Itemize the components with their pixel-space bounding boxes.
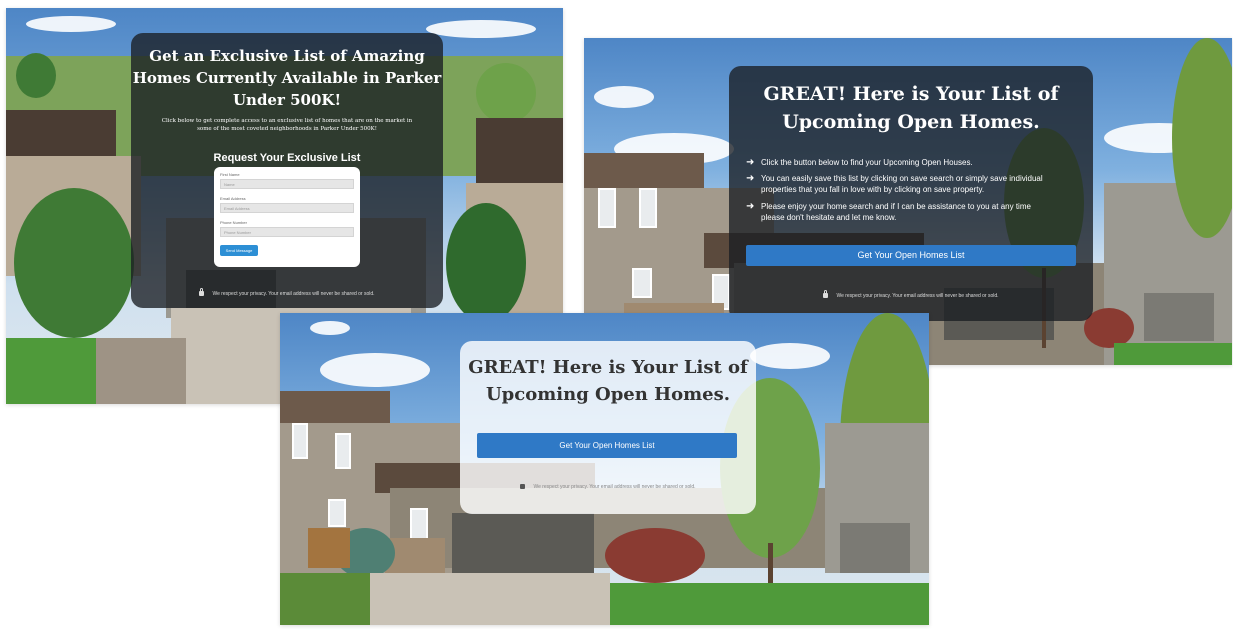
privacy-note: We respect your privacy. Your email addr… <box>729 290 1093 299</box>
headline-line: Upcoming Open Homes. <box>782 111 1040 133</box>
window <box>335 433 351 469</box>
lock-icon <box>199 288 205 297</box>
confirmation-card: GREAT! Here is Your List of Upcoming Ope… <box>460 341 756 514</box>
email-field[interactable]: Email Address <box>220 203 354 213</box>
confirmation-card: GREAT! Here is Your List of Upcoming Ope… <box>729 66 1093 321</box>
bullet-line: Please enjoy your home search and if I c… <box>761 202 1031 211</box>
bullet-line: Click the button below to find your Upco… <box>761 158 973 167</box>
request-form: First Name Name Email Address Email Addr… <box>214 167 360 267</box>
cloud <box>750 343 830 369</box>
bullet-line: please don't hesitate and let me know. <box>761 213 897 222</box>
window <box>292 423 308 459</box>
page-headline: GREAT! Here is Your List of Upcoming Ope… <box>729 80 1093 136</box>
garden-bed <box>96 338 186 404</box>
roof <box>476 118 563 188</box>
cloud <box>594 86 654 108</box>
lawn <box>1114 343 1232 365</box>
send-message-button[interactable]: Send Message <box>220 245 258 256</box>
arrow-right-icon: ➜ <box>746 157 755 168</box>
lock-icon <box>823 290 829 299</box>
arrow-right-icon: ➜ <box>746 201 755 212</box>
shrub <box>605 528 705 583</box>
cloud <box>320 353 430 387</box>
bullet-line: properties that you fall in love with by… <box>761 185 985 194</box>
bullet-line: You can easily save this list by clickin… <box>761 174 1043 183</box>
headline-line: GREAT! Here is Your List of <box>763 83 1059 105</box>
lawn <box>610 583 929 625</box>
window <box>598 188 616 228</box>
tree <box>16 53 56 98</box>
get-open-homes-button[interactable]: Get Your Open Homes List <box>746 245 1076 266</box>
window <box>328 499 346 527</box>
privacy-text: We respect your privacy. Your email addr… <box>533 484 696 490</box>
privacy-text: We respect your privacy. Your email addr… <box>836 293 999 299</box>
headline-line: Get an Exclusive List of Amazing <box>149 47 425 65</box>
first-name-field[interactable]: Name <box>220 179 354 189</box>
cloud <box>26 16 116 32</box>
lawn <box>280 573 380 625</box>
window <box>632 268 652 298</box>
page-subtext: Click below to get complete access to an… <box>131 117 443 133</box>
privacy-note: We respect your privacy. Your email addr… <box>131 288 443 297</box>
page-headline: GREAT! Here is Your List of Upcoming Ope… <box>460 354 756 408</box>
lead-capture-card: Get an Exclusive List of Amazing Homes C… <box>131 33 443 308</box>
driveway <box>370 573 610 625</box>
get-open-homes-button[interactable]: Get Your Open Homes List <box>477 433 737 458</box>
subtext-line: some of the most coveted neighborhoods i… <box>197 126 377 132</box>
cloud <box>426 20 536 38</box>
tree <box>14 188 134 338</box>
privacy-text: We respect your privacy. Your email addr… <box>212 291 375 297</box>
headline-line: GREAT! Here is Your List of <box>468 357 748 378</box>
cloud <box>310 321 350 335</box>
garage-door <box>1144 293 1214 341</box>
roof <box>6 110 116 160</box>
email-label: Email Address <box>220 196 246 201</box>
window <box>410 508 428 540</box>
first-name-label: First Name <box>220 172 240 177</box>
headline-line: Under 500K! <box>232 91 342 109</box>
lock-icon <box>520 481 526 490</box>
page-headline: Get an Exclusive List of Amazing Homes C… <box>131 45 443 111</box>
privacy-note: We respect your privacy. Your email addr… <box>460 481 756 490</box>
landing-page-screenshot-3: GREAT! Here is Your List of Upcoming Ope… <box>280 313 929 625</box>
tree <box>476 63 536 123</box>
subtext-line: Click below to get complete access to an… <box>161 118 413 124</box>
phone-label: Phone Number <box>220 220 247 225</box>
garage-door <box>840 523 910 573</box>
fence <box>308 528 350 568</box>
roof <box>280 391 390 427</box>
form-title: Request Your Exclusive List <box>213 152 361 164</box>
roof <box>584 153 704 193</box>
headline-line: Upcoming Open Homes. <box>485 384 731 405</box>
tree <box>446 203 526 323</box>
headline-line: Homes Currently Available in Parker <box>132 69 442 87</box>
phone-field[interactable]: Phone Number <box>220 227 354 237</box>
arrow-right-icon: ➜ <box>746 173 755 184</box>
window <box>639 188 657 228</box>
garage-door <box>452 513 594 573</box>
